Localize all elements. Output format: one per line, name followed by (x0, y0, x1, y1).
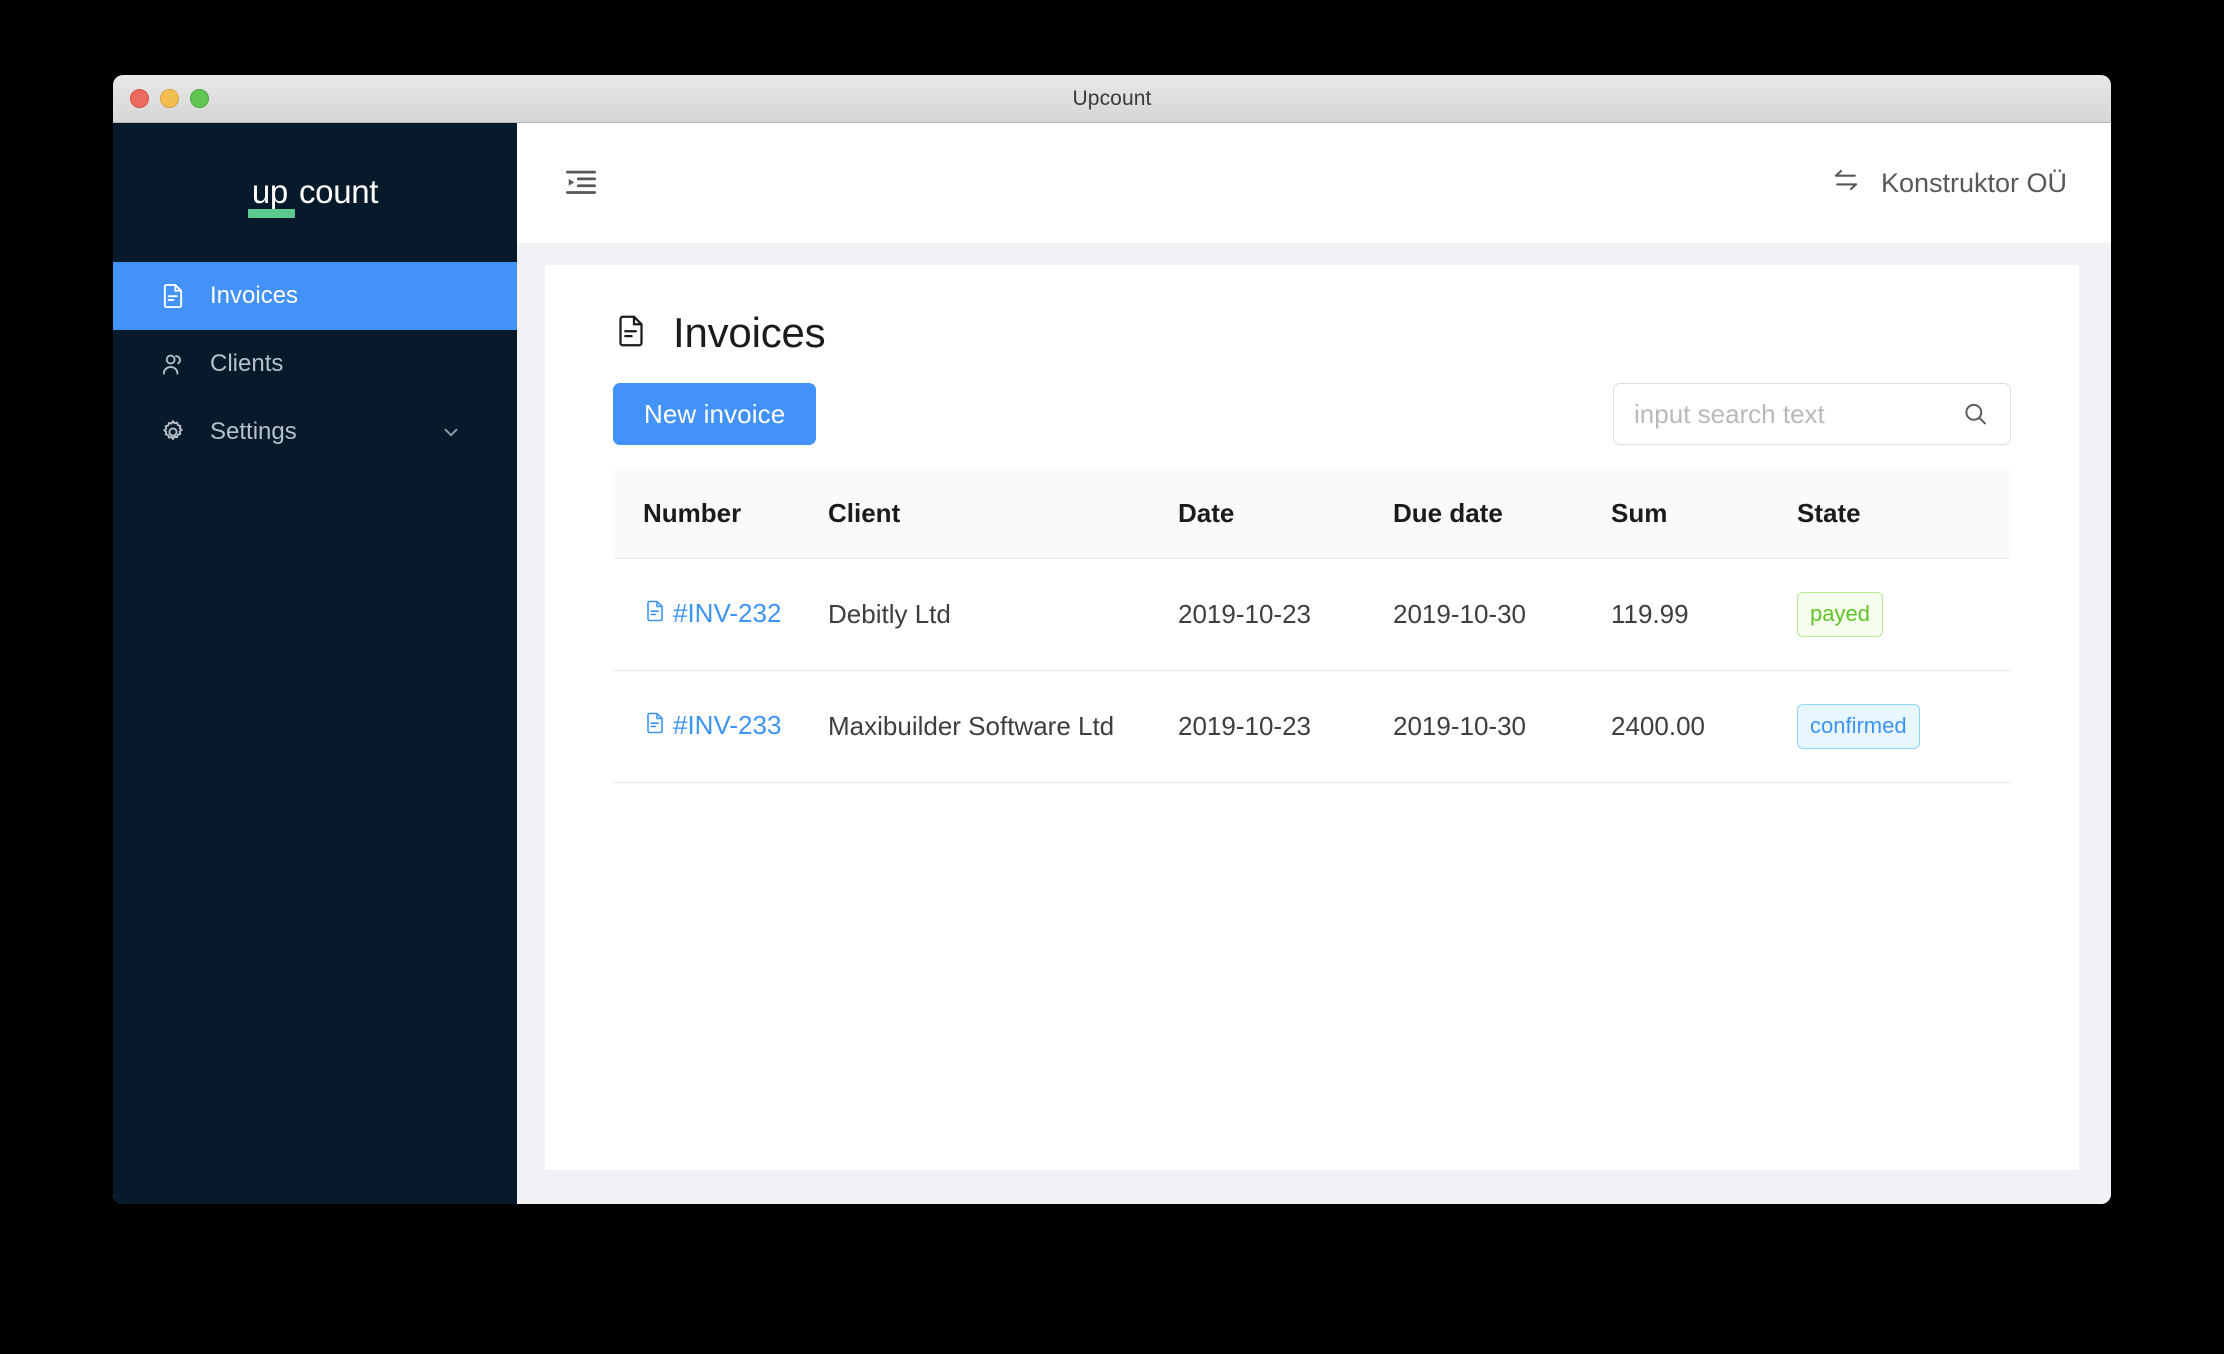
sidebar-item-clients[interactable]: Clients (113, 330, 517, 398)
gear-icon (158, 417, 188, 447)
chevron-down-icon[interactable] (440, 421, 462, 443)
column-header-state[interactable]: State (1797, 469, 2011, 559)
cell-date: 2019-10-23 (1178, 670, 1393, 783)
search-input[interactable] (1613, 383, 2011, 445)
invoice-number-text: #INV-233 (673, 709, 782, 740)
app-logo: up count (113, 123, 517, 262)
sidebar: up count Invoices Clients Settings (113, 123, 517, 1204)
swap-icon (1831, 166, 1861, 201)
cell-number: #INV-233 (613, 670, 828, 783)
status-badge: payed (1797, 592, 1883, 637)
window-titlebar: Upcount (113, 75, 2111, 123)
column-header-date[interactable]: Date (1178, 469, 1393, 559)
table-body: #INV-232 Debitly Ltd 2019-10-23 2019-10-… (613, 558, 2011, 783)
page-title: Invoices (613, 309, 2011, 357)
cell-state: confirmed (1797, 670, 2011, 783)
sidebar-item-label: Invoices (210, 282, 299, 309)
toolbar: New invoice (613, 383, 2011, 445)
logo-up-text: up (247, 173, 296, 218)
cell-due-date: 2019-10-30 (1393, 558, 1611, 671)
top-bar: Konstruktor OÜ (517, 123, 2111, 243)
file-text-icon (643, 598, 667, 633)
column-header-number[interactable]: Number (613, 469, 828, 559)
cell-client: Debitly Ltd (828, 558, 1178, 671)
main-area: Konstruktor OÜ Invoices New invoice inpu… (517, 123, 2111, 1204)
column-header-sum[interactable]: Sum (1611, 469, 1797, 559)
invoice-number-link[interactable]: #INV-232 (643, 598, 781, 628)
tenant-name: Konstruktor OÜ (1880, 167, 2067, 198)
cell-sum: 119.99 (1611, 558, 1797, 671)
column-header-due-date[interactable]: Due date (1393, 469, 1611, 559)
app-window: Upcount up count Invoices Clients Settin… (113, 75, 2111, 1204)
sidebar-item-label: Settings (210, 418, 297, 445)
cell-client: Maxibuilder Software Ltd (828, 670, 1178, 783)
content-region: Invoices New invoice input search text N… (517, 243, 2111, 1204)
cell-sum: 2400.00 (1611, 670, 1797, 783)
window-body: up count Invoices Clients Settings Konst… (113, 123, 2111, 1204)
sidebar-nav: Invoices Clients Settings (113, 262, 517, 466)
window-title: Upcount (1072, 86, 1152, 110)
tenant-switcher[interactable]: Konstruktor OÜ (1831, 166, 2071, 201)
file-text-icon (613, 312, 649, 355)
cell-number: #INV-232 (613, 558, 828, 671)
invoices-table: Number Client Date Due date Sum State #I… (613, 469, 2011, 783)
status-badge: confirmed (1797, 704, 1920, 749)
logo-count-text: count (298, 172, 379, 210)
cell-due-date: 2019-10-30 (1393, 670, 1611, 783)
column-header-client[interactable]: Client (828, 469, 1178, 559)
menu-fold-icon[interactable] (561, 163, 601, 203)
table-head: Number Client Date Due date Sum State (613, 469, 2011, 559)
sidebar-item-invoices[interactable]: Invoices (113, 262, 517, 330)
sidebar-item-settings[interactable]: Settings (113, 398, 517, 466)
search-box (1613, 383, 2011, 445)
users-icon (158, 349, 188, 379)
table-header-row: Number Client Date Due date Sum State (613, 469, 2011, 559)
sidebar-item-label: Clients (210, 350, 284, 377)
cell-state: payed (1797, 558, 2011, 671)
table-row[interactable]: #INV-233 Maxibuilder Software Ltd 2019-1… (613, 670, 2011, 783)
invoice-number-link[interactable]: #INV-233 (643, 710, 781, 740)
table-row[interactable]: #INV-232 Debitly Ltd 2019-10-23 2019-10-… (613, 558, 2011, 671)
new-invoice-button[interactable]: New invoice (613, 383, 817, 445)
file-text-icon (158, 281, 188, 311)
page-title-text: Invoices (673, 309, 826, 356)
cell-date: 2019-10-23 (1178, 558, 1393, 671)
invoice-number-text: #INV-232 (673, 597, 782, 628)
invoices-card: Invoices New invoice input search text N… (545, 265, 2079, 1170)
file-text-icon (643, 710, 667, 745)
